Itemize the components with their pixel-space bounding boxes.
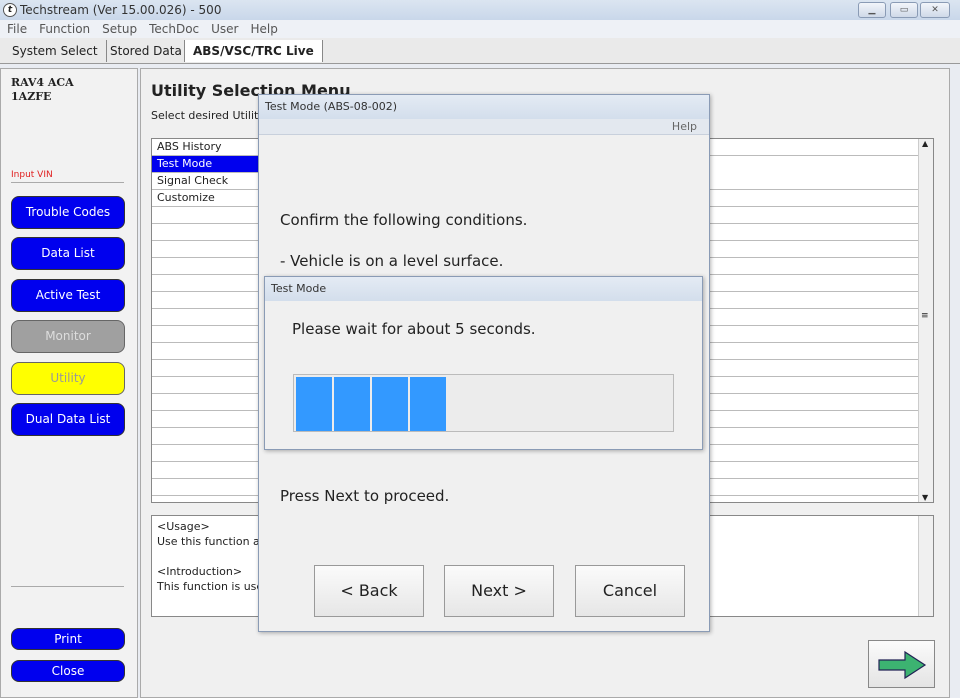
data-list-button[interactable]: Data List (11, 237, 125, 270)
menu-bar: File Function Setup TechDoc User Help (0, 20, 960, 38)
next-arrow-button[interactable] (868, 640, 935, 688)
list-item-label: Customize (157, 191, 215, 204)
app-icon: t (3, 3, 17, 17)
minimize-button[interactable]: ▁ (858, 2, 886, 18)
progress-bar (293, 374, 674, 432)
menu-user[interactable]: User (211, 22, 238, 36)
maximize-button[interactable]: ▭ (890, 2, 918, 18)
proceed-text: Press Next to proceed. (280, 487, 450, 505)
menu-techdoc[interactable]: TechDoc (149, 22, 199, 36)
close-window-button[interactable]: ✕ (920, 2, 950, 18)
menu-file[interactable]: File (7, 22, 27, 36)
progress-segment (410, 377, 446, 431)
cancel-button[interactable]: Cancel (575, 565, 685, 617)
dialog-title: Test Mode (ABS-08-002) (259, 95, 709, 119)
monitor-button[interactable]: Monitor (11, 320, 125, 353)
progress-segment (296, 377, 332, 431)
input-vin-link[interactable]: Input VIN (11, 170, 124, 183)
divider (11, 586, 124, 587)
dialog-help-menu[interactable]: Help (259, 119, 709, 135)
condition-text: - Vehicle is on a level surface. (280, 252, 504, 270)
trouble-codes-button[interactable]: Trouble Codes (11, 196, 125, 229)
print-button[interactable]: Print (11, 628, 125, 650)
dual-data-list-button[interactable]: Dual Data List (11, 403, 125, 436)
arrow-right-icon (878, 650, 927, 680)
list-item-label: Signal Check (157, 174, 229, 187)
back-button[interactable]: < Back (314, 565, 424, 617)
tab-abs-live[interactable]: ABS/VSC/TRC Live (184, 40, 323, 62)
menu-help[interactable]: Help (251, 22, 278, 36)
tab-bar: System Select Stored Data ABS/VSC/TRC Li… (0, 38, 960, 64)
list-item-label: Test Mode (157, 157, 213, 170)
progress-dialog-title: Test Mode (265, 277, 702, 301)
progress-segment (372, 377, 408, 431)
progress-dialog: Test Mode Please wait for about 5 second… (264, 276, 703, 450)
vehicle-engine: 1AZFE (11, 90, 52, 103)
list-item-label: ABS History (157, 140, 222, 153)
tab-stored-data[interactable]: Stored Data (102, 40, 191, 62)
next-button[interactable]: Next > (444, 565, 554, 617)
list-item[interactable]: Test Mode (152, 156, 258, 173)
menu-setup[interactable]: Setup (102, 22, 137, 36)
confirm-text: Confirm the following conditions. (280, 211, 528, 229)
window-title: Techstream (Ver 15.00.026) - 500 (20, 3, 222, 17)
list-scrollbar[interactable]: ▲ ≡ ▼ (918, 139, 933, 502)
close-button[interactable]: Close (11, 660, 125, 682)
progress-segment (334, 377, 370, 431)
active-test-button[interactable]: Active Test (11, 279, 125, 312)
wait-message: Please wait for about 5 seconds. (292, 320, 536, 338)
tab-system-select[interactable]: System Select (4, 40, 107, 62)
usage-scrollbar[interactable] (918, 516, 933, 616)
title-bar: t Techstream (Ver 15.00.026) - 500 ▁ ▭ ✕ (0, 0, 960, 20)
utility-button[interactable]: Utility (11, 362, 125, 395)
vehicle-model: RAV4 ACA (11, 76, 74, 89)
menu-function[interactable]: Function (39, 22, 90, 36)
page-subtitle: Select desired Utility (151, 109, 265, 122)
